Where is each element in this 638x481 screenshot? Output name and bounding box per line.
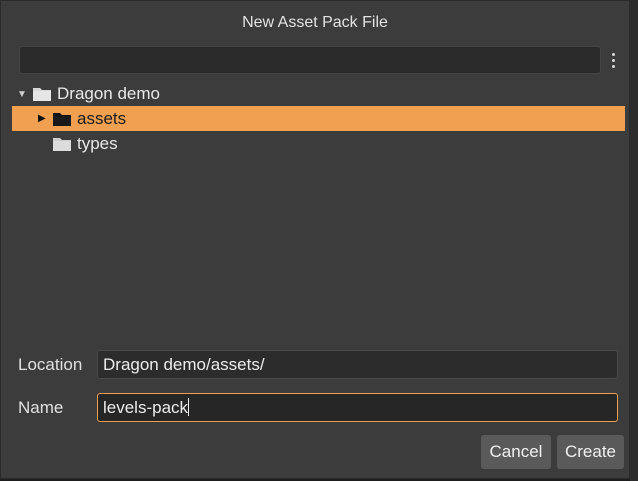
new-asset-pack-dialog: New Asset Pack File ▼ Dragon demo ▶ asse…: [0, 0, 630, 479]
tree-item-label: assets: [77, 109, 127, 128]
background-edge: [630, 0, 638, 481]
expand-arrow-icon[interactable]: ▶: [38, 106, 46, 131]
folder-icon: [53, 113, 71, 126]
name-field-value: levels-pack: [103, 398, 189, 417]
tree-item-assets[interactable]: ▶ assets: [12, 106, 625, 131]
folder-icon: [53, 138, 71, 151]
filter-input[interactable]: [19, 46, 601, 74]
name-label: Name: [18, 398, 64, 417]
dialog-title: New Asset Pack File: [242, 14, 388, 31]
folder-tree: ▼ Dragon demo ▶ assets types: [1, 81, 631, 156]
location-label: Location: [18, 355, 83, 374]
tree-item-label: Dragon demo: [57, 84, 161, 103]
folder-icon: [33, 88, 51, 101]
kebab-menu-icon[interactable]: [605, 47, 621, 73]
location-field[interactable]: Dragon demo/assets/: [97, 350, 618, 379]
tree-item-dragon-demo[interactable]: ▼ Dragon demo: [1, 81, 631, 106]
tree-item-label: types: [77, 134, 118, 153]
text-cursor: [188, 398, 190, 416]
name-field[interactable]: levels-pack: [97, 393, 618, 422]
create-button[interactable]: Create: [557, 435, 624, 469]
tree-item-types[interactable]: types: [1, 131, 631, 156]
collapse-arrow-icon[interactable]: ▼: [17, 82, 27, 107]
cancel-button[interactable]: Cancel: [481, 435, 551, 469]
